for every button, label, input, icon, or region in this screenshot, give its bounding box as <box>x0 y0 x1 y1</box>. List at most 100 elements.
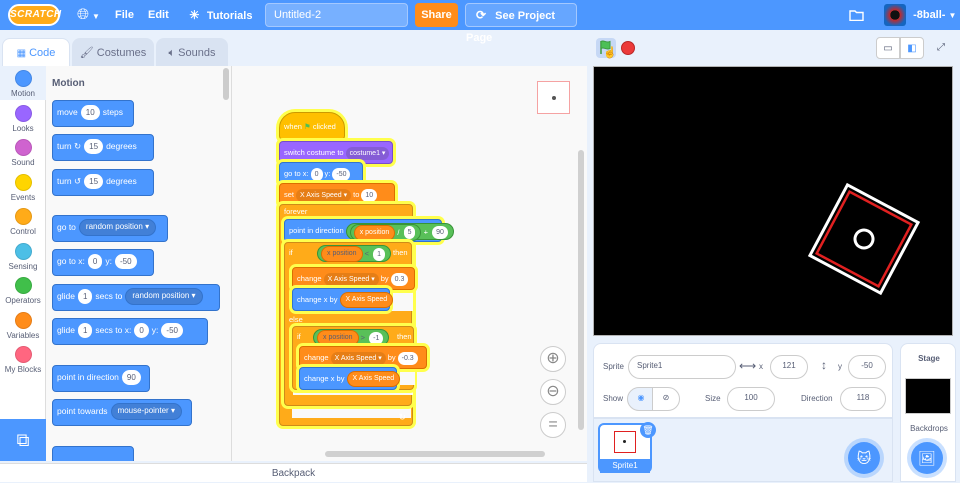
edit-menu[interactable]: Edit <box>148 0 169 30</box>
glide-to-block[interactable]: glide 1 secs to random position ▾ <box>52 284 220 311</box>
zoom-out-button[interactable]: ⊖ <box>540 379 566 405</box>
category-sound[interactable]: Sound <box>0 139 46 167</box>
direction-input[interactable]: 118 <box>840 387 886 411</box>
script-horizontal-scrollbar[interactable] <box>325 451 545 457</box>
less-than-operator[interactable]: x position < 1 <box>317 245 392 263</box>
stop-button[interactable] <box>621 41 635 55</box>
set-value-input[interactable]: 10 <box>361 188 378 202</box>
variable-dropdown[interactable]: X Axis Speed ▾ <box>323 272 379 286</box>
divide-input[interactable]: 5 <box>403 226 416 240</box>
turn-right-input[interactable]: 15 <box>84 139 104 155</box>
choose-sprite-button[interactable]: 🐱︎ <box>848 442 880 474</box>
go-to-dropdown[interactable]: random position ▾ <box>78 219 157 237</box>
sprite-name-input[interactable]: Sprite1 <box>628 355 736 379</box>
go-to-xy-block[interactable]: go to x: 0 y: -50 <box>279 162 363 185</box>
greater-than-input[interactable]: -1 <box>369 331 384 345</box>
variable-dropdown[interactable]: X Axis Speed ▾ <box>296 188 352 202</box>
switch-costume-block[interactable]: switch costume to costume1 ▾ <box>279 141 393 164</box>
project-title-input[interactable]: Untitled-2 <box>265 3 408 27</box>
palette-scrollbar[interactable] <box>223 68 229 100</box>
script-vertical-scrollbar[interactable] <box>578 150 584 430</box>
variable-reporter[interactable]: X Axis Speed <box>339 292 394 309</box>
choose-backdrop-button[interactable]: 🖼︎ <box>911 442 943 474</box>
share-button[interactable]: Share <box>415 3 458 27</box>
stage-canvas[interactable] <box>593 66 953 336</box>
variable-dropdown[interactable]: X Axis Speed ▾ <box>330 351 386 365</box>
x-position-reporter[interactable]: x position <box>317 330 359 347</box>
less-than-input[interactable]: 1 <box>373 247 386 261</box>
divide-operator[interactable]: x position / 5 <box>349 223 422 241</box>
change-x-by-block[interactable]: change x by X Axis Speed <box>299 367 401 390</box>
costume-dropdown[interactable]: costume1 ▾ <box>345 146 390 160</box>
change-value-input[interactable]: 0.3 <box>390 272 409 286</box>
script-area[interactable]: when ⚑ clicked switch costume to costume1… <box>232 66 587 461</box>
tab-sounds[interactable]: 🔈︎ Sounds <box>156 38 228 66</box>
category-my-blocks[interactable]: My Blocks <box>0 346 46 374</box>
go-to-y-input[interactable]: -50 <box>114 254 137 270</box>
glide-to-dropdown[interactable]: random position ▾ <box>125 288 203 306</box>
glide-y-input[interactable]: -50 <box>161 323 183 339</box>
large-stage-button[interactable]: ◧ <box>900 37 924 59</box>
point-towards-block[interactable]: point towards mouse-pointer ▾ <box>52 399 192 426</box>
zoom-reset-button[interactable]: = <box>540 412 566 438</box>
small-stage-button[interactable]: ▭ <box>876 37 900 59</box>
x-input[interactable]: 0 <box>310 167 323 181</box>
turn-right-block[interactable]: turn ↻ 15 degrees <box>52 134 154 161</box>
stage-thumbnail[interactable] <box>905 378 951 414</box>
tab-code[interactable]: ▦ Code <box>2 38 70 66</box>
category-events[interactable]: Events <box>0 174 46 202</box>
glide-x-input[interactable]: 0 <box>134 323 149 339</box>
category-operators[interactable]: Operators <box>0 277 46 305</box>
go-to-block[interactable]: go to random position ▾ <box>52 215 168 242</box>
category-motion[interactable]: Motion <box>0 70 46 98</box>
point-in-direction-block[interactable]: point in direction x position / 5 + 90 <box>284 219 454 242</box>
turn-left-input[interactable]: 15 <box>84 174 104 190</box>
when-flag-clicked-block[interactable]: when ⚑ clicked <box>279 112 345 140</box>
file-menu[interactable]: File <box>115 0 134 30</box>
add-extension-button[interactable]: ⧉ <box>0 419 46 461</box>
see-project-page-button[interactable]: ⟳ See Project Page <box>465 3 577 44</box>
my-stuff-button[interactable] <box>849 0 865 30</box>
script-stack[interactable]: when ⚑ clicked switch costume to costume1… <box>276 104 454 426</box>
greater-than-operator[interactable]: x position > -1 <box>313 329 390 347</box>
zoom-in-button[interactable]: ⊕ <box>540 346 566 372</box>
show-hidden-button[interactable]: ⊘ <box>652 387 680 411</box>
plus-input[interactable]: 90 <box>432 225 448 239</box>
scratch-logo[interactable]: SCRATCH <box>8 4 61 26</box>
glide-secs-input[interactable]: 1 <box>77 289 93 305</box>
y-input[interactable]: -50 <box>332 167 351 181</box>
category-sensing[interactable]: Sensing <box>0 243 46 271</box>
fullscreen-button[interactable]: ⤢ <box>929 37 953 59</box>
change-x-by-block[interactable]: change x by X Axis Speed <box>292 288 394 311</box>
set-variable-block[interactable]: set X Axis Speed ▾ to 10 <box>279 183 395 206</box>
tab-costumes[interactable]: 🖌︎ Costumes <box>72 38 154 66</box>
y-input[interactable]: -50 <box>848 355 886 379</box>
partial-block[interactable] <box>52 446 134 461</box>
language-button[interactable]: 🌐︎ ▼ <box>77 0 100 30</box>
glide-xy-secs-input[interactable]: 1 <box>77 323 93 339</box>
go-to-xy-block[interactable]: go to x: 0 y: -50 <box>52 249 154 276</box>
x-position-reporter[interactable]: x position <box>353 224 396 241</box>
category-variables[interactable]: Variables <box>0 312 46 340</box>
change-variable-block[interactable]: change X Axis Speed ▾ by 0.3 <box>292 267 415 290</box>
delete-sprite-button[interactable]: 🗑︎ <box>640 422 656 438</box>
move-steps-block[interactable]: move 10 steps <box>52 100 134 127</box>
turn-left-block[interactable]: turn ↺ 15 degrees <box>52 169 154 196</box>
change-variable-block[interactable]: change X Axis Speed ▾ by -0.3 <box>299 346 427 369</box>
x-input[interactable]: 121 <box>770 355 808 379</box>
backpack[interactable]: Backpack <box>0 463 587 482</box>
point-towards-dropdown[interactable]: mouse-pointer ▾ <box>110 403 182 421</box>
category-looks[interactable]: Looks <box>0 105 46 133</box>
change-value-input[interactable]: -0.3 <box>397 351 418 365</box>
x-position-reporter[interactable]: x position <box>321 246 363 263</box>
account-menu[interactable]: -8ball- ▼ <box>884 0 956 30</box>
plus-operator[interactable]: x position / 5 + 90 <box>345 222 454 241</box>
direction-input[interactable]: 90 <box>121 370 141 386</box>
point-in-direction-block[interactable]: point in direction 90 <box>52 365 150 392</box>
variable-reporter[interactable]: X Axis Speed <box>346 371 401 388</box>
tutorials-button[interactable]: ☀ Tutorials <box>189 0 252 30</box>
glide-to-xy-block[interactable]: glide 1 secs to x: 0 y: -50 <box>52 318 208 345</box>
size-input[interactable]: 100 <box>727 387 775 411</box>
show-visible-button[interactable]: ◉ <box>627 387 655 411</box>
category-control[interactable]: Control <box>0 208 46 236</box>
